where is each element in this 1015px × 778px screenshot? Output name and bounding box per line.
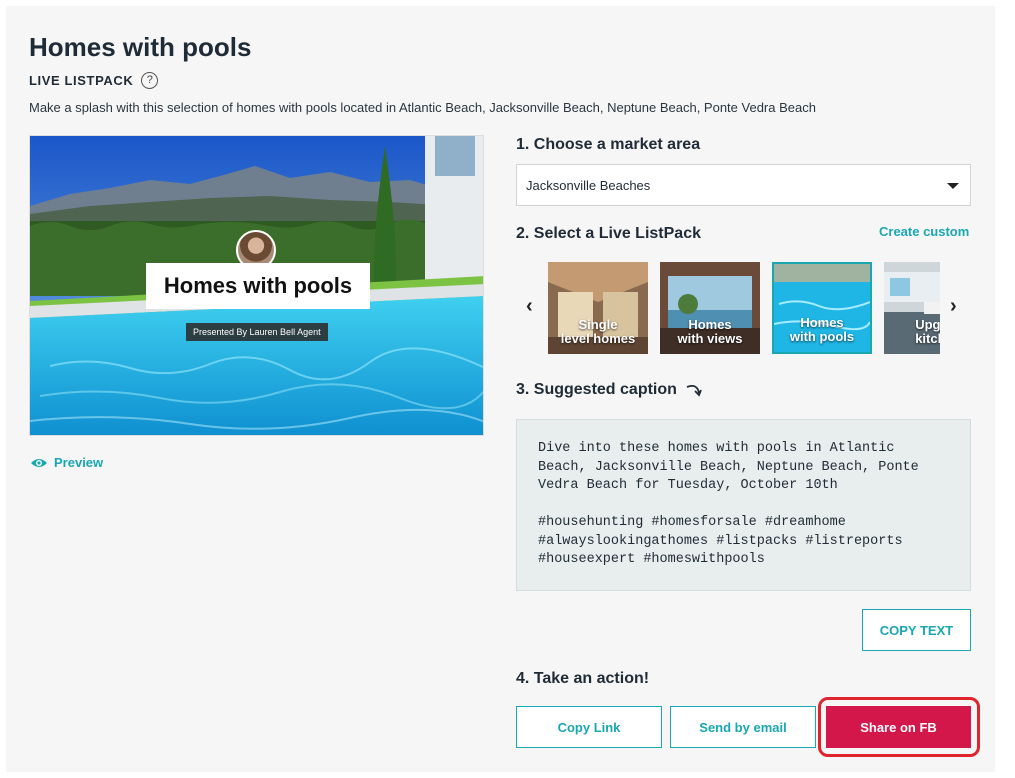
suggested-caption-text[interactable]: Dive into these homes with pools in Atla… [516, 419, 971, 591]
subtitle-row: LIVE LISTPACK ? [29, 72, 159, 89]
card-caption: Homes with pools [774, 316, 870, 344]
step-4-heading: 4. Take an action! [516, 670, 650, 687]
card-caption: Homes with views [660, 318, 760, 346]
preview-link[interactable]: Preview [30, 455, 103, 470]
step-3-label: 3. Suggested caption [516, 381, 677, 398]
listpack-card-views[interactable]: Homes with views [660, 262, 760, 354]
listpack-carousel: Single level homes Homes with views Home… [548, 262, 940, 354]
card-caption-line2: with views [677, 331, 743, 346]
presenter-tag: Presented By Lauren Bell Agent [186, 323, 328, 341]
chevron-down-icon [947, 183, 959, 189]
create-custom-link[interactable]: Create custom [879, 224, 969, 239]
preview-link-label: Preview [54, 455, 104, 470]
card-caption-line1: Single [578, 317, 618, 332]
page-description: Make a splash with this selection of hom… [29, 100, 816, 115]
eye-icon [31, 458, 47, 467]
carousel-next-icon[interactable]: › [950, 296, 957, 316]
section-subtitle: LIVE LISTPACK [29, 73, 134, 88]
listpack-card-single-level[interactable]: Single level homes [548, 262, 648, 354]
highlight-ring [818, 697, 980, 757]
card-caption-line2: with pools [789, 329, 855, 344]
copy-link-button[interactable]: Copy Link [516, 706, 662, 748]
listpack-card-kitchens[interactable]: Upgra kitche [884, 262, 940, 354]
listpack-card-pools[interactable]: Homes with pools [772, 262, 872, 354]
card-caption-line1: Homes [800, 315, 844, 330]
step-2-heading: 2. Select a Live ListPack [516, 225, 701, 242]
card-caption-line2: kitche [915, 331, 940, 346]
card-caption: Upgra kitche [884, 318, 940, 346]
listpack-preview-image: Homes with pools Presented By Lauren Bel… [29, 135, 484, 436]
card-caption: Single level homes [548, 318, 648, 346]
market-area-select[interactable]: Jacksonville Beaches [516, 164, 971, 206]
card-caption-line2: level homes [560, 331, 636, 346]
step-1-heading: 1. Choose a market area [516, 136, 701, 153]
help-icon[interactable]: ? [141, 72, 159, 89]
market-area-value: Jacksonville Beaches [526, 177, 651, 193]
copy-text-button[interactable]: COPY TEXT [862, 609, 971, 651]
page-title: Homes with pools [29, 32, 252, 62]
curved-arrow-icon [686, 384, 702, 397]
step-3-heading: 3. Suggested caption [516, 381, 703, 399]
card-caption-line1: Upgra [915, 317, 940, 332]
preview-image-title: Homes with pools [146, 263, 370, 309]
card-caption-line1: Homes [688, 317, 732, 332]
send-email-button[interactable]: Send by email [670, 706, 816, 748]
carousel-prev-icon[interactable]: ‹ [526, 296, 533, 316]
